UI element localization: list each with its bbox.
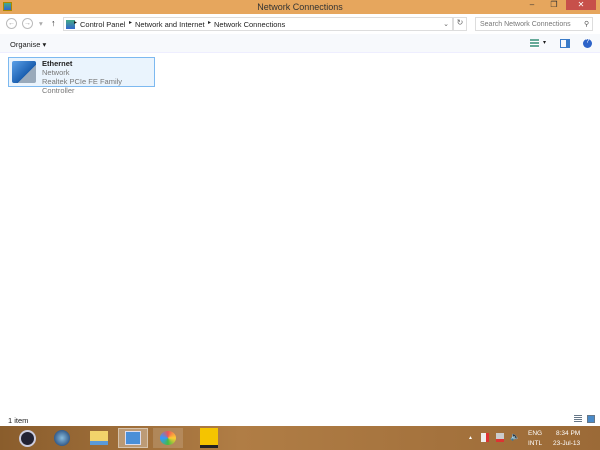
minimize-button[interactable]: – xyxy=(522,0,542,10)
large-icons-view-icon[interactable] xyxy=(587,415,595,423)
organise-button[interactable]: Organise ▾ xyxy=(10,40,46,49)
connection-device: Realtek PCIe FE Family Controller xyxy=(42,77,123,95)
status-bar: 1 item xyxy=(0,413,600,426)
taskbar: ▲ 🔈 ENG INTL 8:34 PM 23-Jul-13 xyxy=(0,426,600,450)
steam-icon xyxy=(18,429,36,447)
folder-icon xyxy=(90,431,108,445)
network-adapter-icon xyxy=(12,61,36,83)
taskbar-app[interactable] xyxy=(194,428,224,448)
palette-icon xyxy=(160,431,176,445)
change-view-icon[interactable] xyxy=(530,39,539,48)
address-bar[interactable]: Control Panel Network and Internet Netwo… xyxy=(63,17,453,31)
show-hidden-icons[interactable]: ▲ xyxy=(468,435,473,441)
title-bar: Network Connections – ❐ ✕ xyxy=(0,0,600,14)
details-view-icon[interactable] xyxy=(574,415,582,423)
taskbar-file-explorer[interactable] xyxy=(84,428,114,448)
breadcrumb-control-panel[interactable]: Control Panel xyxy=(80,20,125,29)
address-dropdown-icon[interactable]: ⌄ xyxy=(443,20,449,28)
taskbar-browser[interactable] xyxy=(47,428,77,448)
navigation-bar: ← → ▾ ↑ Control Panel Network and Intern… xyxy=(0,14,600,34)
volume-icon[interactable]: 🔈 xyxy=(510,432,520,441)
command-bar: Organise ▾ ▾ ? xyxy=(0,34,600,53)
taskbar-paint[interactable] xyxy=(153,428,183,448)
search-icon: ⚲ xyxy=(584,21,590,28)
language-top[interactable]: ENG xyxy=(528,430,542,437)
network-status-icon[interactable] xyxy=(496,433,504,442)
breadcrumb-network-internet[interactable]: Network and Internet xyxy=(135,20,205,29)
connection-name: Ethernet xyxy=(42,59,73,68)
connection-status: Network xyxy=(42,68,70,77)
taskbar-steam[interactable] xyxy=(12,428,42,448)
view-dropdown-icon[interactable]: ▾ xyxy=(543,39,546,46)
taskbar-control-panel[interactable] xyxy=(118,428,148,448)
ethernet-connection[interactable]: Ethernet Network Realtek PCIe FE Family … xyxy=(8,57,155,95)
close-button[interactable]: ✕ xyxy=(566,0,596,10)
action-center-icon[interactable] xyxy=(481,433,489,442)
preview-pane-icon[interactable] xyxy=(560,39,570,48)
window-title: Network Connections xyxy=(257,2,343,12)
help-icon[interactable]: ? xyxy=(583,39,592,48)
up-button[interactable]: ↑ xyxy=(51,18,56,28)
back-button[interactable]: ← xyxy=(6,18,17,29)
clock-date[interactable]: 23-Jul-13 xyxy=(553,440,580,447)
lion-icon xyxy=(200,428,218,448)
restore-button[interactable]: ❐ xyxy=(544,0,564,10)
clock-time[interactable]: 8:34 PM xyxy=(556,430,580,437)
control-panel-icon xyxy=(125,431,141,445)
organise-label: Organise xyxy=(10,40,41,49)
refresh-button[interactable]: ↻ xyxy=(453,17,467,31)
language-bottom[interactable]: INTL xyxy=(528,440,542,447)
search-input[interactable]: Search Network Connections xyxy=(475,17,593,31)
globe-icon xyxy=(54,430,70,446)
breadcrumb-network-connections[interactable]: Network Connections xyxy=(214,20,285,29)
forward-button[interactable]: → xyxy=(22,18,33,29)
recent-locations-button[interactable]: ▾ xyxy=(39,19,43,28)
item-count: 1 item xyxy=(8,416,29,425)
